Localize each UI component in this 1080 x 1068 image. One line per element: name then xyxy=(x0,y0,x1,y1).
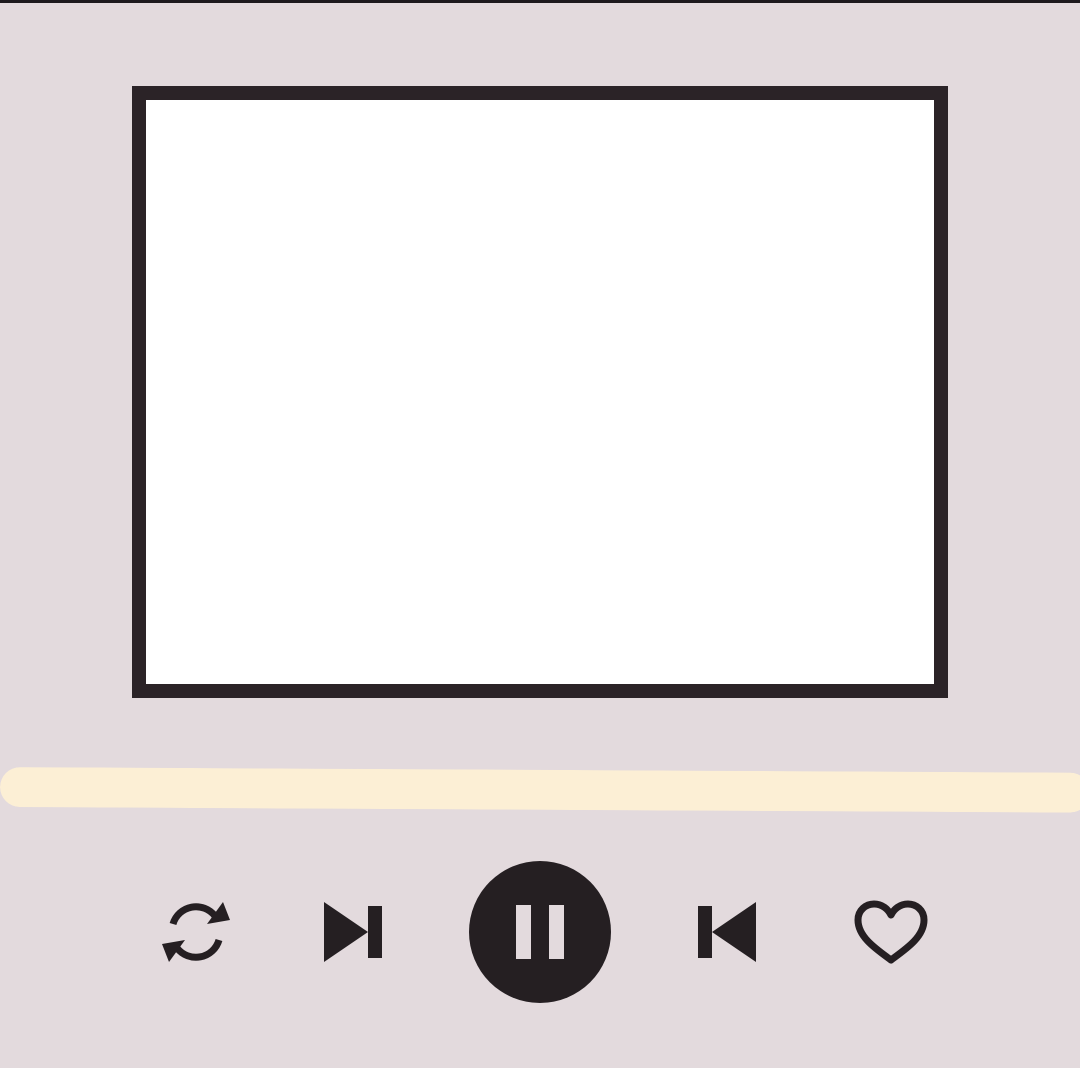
pause-icon xyxy=(516,905,564,959)
prev-button[interactable] xyxy=(694,898,762,966)
top-edge-line xyxy=(0,0,1080,3)
album-artwork xyxy=(132,86,948,698)
progress-bar[interactable] xyxy=(0,767,1080,813)
play-pause-button[interactable] xyxy=(469,861,611,1003)
heart-outline-icon xyxy=(854,900,928,964)
next-button[interactable] xyxy=(318,898,386,966)
skip-next-icon xyxy=(324,902,382,962)
skip-previous-icon xyxy=(698,902,756,962)
progress-fill xyxy=(0,767,1080,813)
repeat-button[interactable] xyxy=(150,890,242,974)
like-button[interactable] xyxy=(848,896,934,968)
repeat-icon xyxy=(162,902,230,962)
